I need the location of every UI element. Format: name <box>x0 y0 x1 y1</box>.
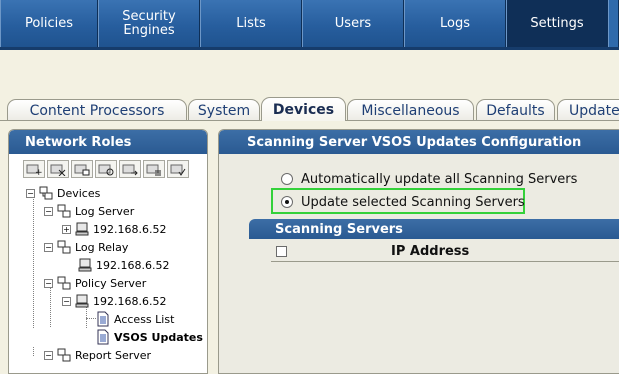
tab-system[interactable]: System <box>188 99 260 121</box>
move-device-icon[interactable] <box>119 160 141 178</box>
tree-label: Devices <box>57 186 101 200</box>
nav-users[interactable]: Users <box>302 0 404 47</box>
list-device-icon[interactable] <box>143 160 165 178</box>
radio-auto-label: Automatically update all Scanning Server… <box>301 171 578 187</box>
tree-node-devices[interactable]: − Devices <box>26 184 100 202</box>
collapse-icon[interactable]: − <box>44 278 53 288</box>
nav-users-label: Users <box>334 15 372 31</box>
tree-node-log-relay-ip[interactable]: 192.168.6.52 <box>77 256 169 274</box>
radio-button[interactable] <box>281 173 293 185</box>
computer-icon <box>75 294 89 308</box>
tab-updates-label: Updates <box>569 102 619 119</box>
top-navigation: Policies Security Engines Lists Users Lo… <box>0 0 619 48</box>
tab-miscellaneous-label: Miscellaneous <box>361 102 460 119</box>
tree-node-log-server-ip[interactable]: + 192.168.6.52 <box>62 220 166 238</box>
network-roles-toolbar: + <box>23 160 189 178</box>
tree-label: Policy Server <box>75 276 147 290</box>
tab-system-label: System <box>197 102 251 119</box>
tab-content-processors[interactable]: Content Processors <box>7 99 187 121</box>
nav-logs[interactable]: Logs <box>404 0 506 47</box>
nav-settings-label: Settings <box>530 15 584 31</box>
tab-miscellaneous[interactable]: Miscellaneous <box>347 99 474 121</box>
server-group-icon <box>57 276 71 290</box>
document-icon <box>97 311 109 327</box>
edit-device-icon[interactable] <box>71 160 93 178</box>
tab-defaults-label: Defaults <box>486 102 545 119</box>
nav-security-engines-label: Security Engines <box>122 8 176 38</box>
tab-updates[interactable]: Updates <box>557 99 619 121</box>
tab-defaults[interactable]: Defaults <box>476 99 555 121</box>
collapse-icon[interactable]: − <box>44 350 53 360</box>
nav-bottom-strip <box>0 47 619 50</box>
nav-lists-label: Lists <box>236 15 266 31</box>
tree-label: Log Server <box>75 204 135 218</box>
network-roles-title: Network Roles <box>25 134 132 150</box>
expand-icon[interactable]: + <box>62 224 71 234</box>
tree-label: VSOS Updates <box>114 330 203 344</box>
scanning-servers-title: Scanning Servers <box>275 221 403 237</box>
tree-label: Access List <box>114 312 175 326</box>
server-group-icon <box>57 204 71 218</box>
refresh-device-icon[interactable] <box>95 160 117 178</box>
scanning-servers-table-header: IP Address <box>271 242 619 262</box>
tree-label: 192.168.6.52 <box>93 222 167 236</box>
tree-node-policy-server-ip[interactable]: − 192.168.6.52 <box>62 292 166 310</box>
network-devices-icon <box>39 186 53 200</box>
nav-logs-label: Logs <box>440 15 470 31</box>
nav-policies-label: Policies <box>24 15 74 31</box>
network-roles-panel: Network Roles + − Devices − Log Server + <box>8 129 208 374</box>
tree-node-report-server[interactable]: − Report Server <box>44 346 151 364</box>
vsos-config-title: Scanning Server VSOS Updates Configurati… <box>247 134 582 150</box>
svg-text:+: + <box>35 168 42 176</box>
settings-tabs: Content Processors System Devices Miscel… <box>0 97 619 121</box>
computer-icon <box>78 258 92 272</box>
select-all-checkbox[interactable] <box>276 246 287 257</box>
collapse-icon[interactable]: − <box>62 296 71 306</box>
collapse-icon[interactable]: − <box>26 188 35 198</box>
check-device-icon[interactable] <box>167 160 189 178</box>
column-ip-address[interactable]: IP Address <box>391 244 469 259</box>
delete-device-icon[interactable] <box>47 160 69 178</box>
tree-label: Report Server <box>75 348 152 362</box>
tree-node-access-list[interactable]: Access List <box>95 310 174 328</box>
tree-node-log-relay[interactable]: − Log Relay <box>44 238 128 256</box>
add-device-icon[interactable]: + <box>23 160 45 178</box>
tree-label: 192.168.6.52 <box>93 294 167 308</box>
nav-settings[interactable]: Settings <box>506 0 608 47</box>
tree-label: 192.168.6.52 <box>96 258 170 272</box>
nav-policies[interactable]: Policies <box>0 0 98 47</box>
tree-label: Log Relay <box>75 240 129 254</box>
radio-update-selected[interactable]: Update selected Scanning Servers <box>281 193 525 211</box>
radio-selected-label: Update selected Scanning Servers <box>301 194 525 210</box>
server-group-icon <box>57 240 71 254</box>
document-icon <box>97 329 109 345</box>
network-roles-header: Network Roles <box>9 130 207 154</box>
server-group-icon <box>57 348 71 362</box>
tree-node-policy-server[interactable]: − Policy Server <box>44 274 146 292</box>
nav-overflow <box>608 0 619 47</box>
vsos-config-panel: Scanning Server VSOS Updates Configurati… <box>218 129 619 374</box>
radio-auto-update[interactable]: Automatically update all Scanning Server… <box>281 170 577 188</box>
radio-button[interactable] <box>281 196 293 208</box>
tab-devices-label: Devices <box>272 101 335 118</box>
nav-lists[interactable]: Lists <box>200 0 302 47</box>
tree-node-vsos-updates[interactable]: VSOS Updates <box>95 328 203 346</box>
tab-devices[interactable]: Devices <box>261 97 346 121</box>
collapse-icon[interactable]: − <box>44 206 53 216</box>
computer-icon <box>75 222 89 236</box>
collapse-icon[interactable]: − <box>44 242 53 252</box>
tab-content-processors-label: Content Processors <box>29 102 165 119</box>
vsos-config-header: Scanning Server VSOS Updates Configurati… <box>219 130 619 154</box>
scanning-servers-header: Scanning Servers <box>249 219 619 239</box>
nav-security-engines[interactable]: Security Engines <box>98 0 200 47</box>
tree-node-log-server[interactable]: − Log Server <box>44 202 134 220</box>
